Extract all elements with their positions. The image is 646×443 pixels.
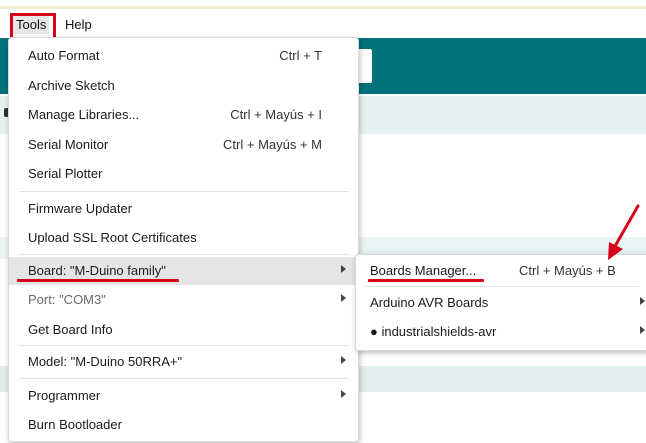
menu-separator [19, 191, 349, 192]
menu-item-label: Boards Manager... [370, 263, 477, 278]
menu-item-label: Auto Format [28, 48, 100, 63]
menu-separator [19, 378, 349, 379]
menu-item-label: Model: "M-Duino 50RRA+" [28, 354, 183, 369]
menu-item-burn-bootloader[interactable]: Burn Bootloader [9, 411, 358, 439]
submenu-arrow-icon [640, 297, 645, 305]
menu-help[interactable]: Help [62, 16, 95, 34]
menu-item-programmer[interactable]: Programmer [9, 382, 358, 410]
menu-item-label: Serial Monitor [28, 137, 109, 152]
submenu-arrow-icon [341, 390, 346, 398]
menu-item-shortcut: Ctrl + Mayús + B [519, 263, 616, 278]
menu-item-manage-libraries[interactable]: Manage Libraries... Ctrl + Mayús + I [9, 101, 358, 129]
submenu-arrow-icon [341, 294, 346, 302]
annotation-underline-board [17, 279, 179, 282]
menu-item-label: Burn Bootloader [28, 417, 122, 432]
annotation-underline-boards-manager [368, 279, 484, 282]
menu-item-shortcut: Ctrl + T [279, 48, 322, 63]
menu-item-shortcut: Ctrl + Mayús + M [223, 137, 322, 152]
menu-item-shortcut: Ctrl + Mayús + I [230, 107, 322, 122]
menu-item-label: ● industrialshields-avr [370, 324, 497, 339]
menu-item-get-board-info[interactable]: Get Board Info [9, 316, 358, 344]
menu-separator [19, 254, 349, 255]
submenu-arrow-icon [341, 265, 346, 273]
screenshot-stage: Tools Help Auto Format Ctrl + T Archive … [0, 0, 646, 443]
menu-item-upload-ssl-certificates[interactable]: Upload SSL Root Certificates [9, 224, 358, 252]
menu-item-label: Get Board Info [28, 322, 113, 337]
menu-item-archive-sketch[interactable]: Archive Sketch [9, 72, 358, 100]
menu-item-serial-plotter[interactable]: Serial Plotter [9, 160, 358, 188]
submenu-arrow-icon [341, 356, 346, 364]
menu-item-port[interactable]: Port: "COM3" [9, 286, 358, 314]
menu-item-label: Board: "M-Duino family" [28, 263, 166, 278]
menu-bar: Tools Help [0, 12, 646, 36]
annotation-box-tools [10, 13, 56, 40]
menu-separator [364, 286, 639, 287]
menu-item-label: Firmware Updater [28, 201, 133, 216]
menu-item-auto-format[interactable]: Auto Format Ctrl + T [9, 42, 358, 70]
annotation-arrow-icon [608, 204, 640, 260]
window-top-strip [0, 6, 646, 9]
menu-item-label: Upload SSL Root Certificates [28, 230, 197, 245]
menu-item-firmware-updater[interactable]: Firmware Updater [9, 195, 358, 223]
menu-item-label: Programmer [28, 388, 101, 403]
menu-item-label: Arduino AVR Boards [370, 295, 489, 310]
menu-separator [19, 345, 349, 346]
tools-dropdown-menu: Auto Format Ctrl + T Archive Sketch Mana… [8, 37, 359, 442]
menu-item-serial-monitor[interactable]: Serial Monitor Ctrl + Mayús + M [9, 131, 358, 159]
menu-item-label: Manage Libraries... [28, 107, 140, 122]
submenu-arrow-icon [640, 326, 645, 334]
menu-item-label: Archive Sketch [28, 78, 115, 93]
menu-item-model[interactable]: Model: "M-Duino 50RRA+" [9, 348, 358, 376]
menu-item-label: Serial Plotter [28, 166, 103, 181]
submenu-item-industrialshields-avr[interactable]: ● industrialshields-avr [356, 318, 646, 346]
submenu-item-arduino-avr-boards[interactable]: Arduino AVR Boards [356, 289, 646, 317]
menu-item-label: Port: "COM3" [28, 292, 106, 307]
board-submenu: Boards Manager... Ctrl + Mayús + B Ardui… [355, 254, 646, 351]
